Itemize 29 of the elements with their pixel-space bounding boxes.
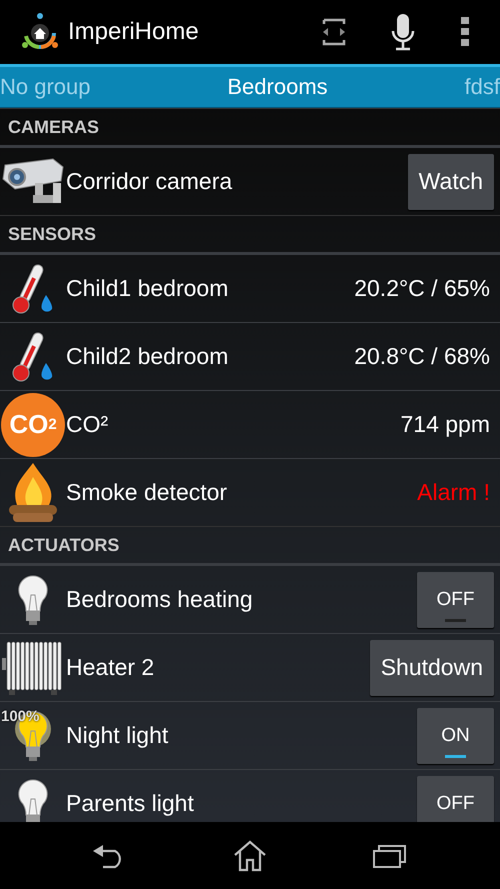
- home-icon[interactable]: [233, 840, 267, 872]
- dim-level: 100%: [1, 708, 40, 725]
- action-button[interactable]: Watch: [408, 154, 494, 210]
- section-header: SENSORS: [8, 224, 96, 244]
- sensor-value: 714 ppm: [400, 411, 490, 438]
- group-tab[interactable]: Bedrooms: [227, 74, 328, 100]
- device-name: Corridor camera: [66, 168, 234, 195]
- sensor-value: Alarm !: [417, 479, 490, 506]
- section-header: ACTUATORS: [8, 534, 120, 556]
- app-logo-icon: [20, 12, 60, 52]
- overflow-menu-icon[interactable]: [460, 16, 470, 48]
- device-name: Parents light: [66, 790, 195, 817]
- toggle-button[interactable]: OFF: [417, 776, 494, 822]
- recent-apps-icon[interactable]: [373, 844, 407, 868]
- device-name: Bedrooms heating: [66, 586, 254, 613]
- sensor-value: 20.8°C / 68%: [354, 343, 490, 370]
- device-name: Night light: [66, 722, 170, 749]
- toggle-button[interactable]: OFF: [417, 572, 494, 628]
- sensor-value: 20.2°C / 65%: [354, 275, 490, 302]
- microphone-icon[interactable]: [390, 13, 416, 51]
- device-name: CO²: [66, 411, 110, 438]
- device-name: Smoke detector: [66, 479, 228, 506]
- section-header: CAMERAS: [8, 116, 100, 138]
- action-button[interactable]: Shutdown: [370, 640, 494, 696]
- device-name: Heater 2: [66, 654, 156, 681]
- device-name: Child2 bedroom: [66, 343, 230, 370]
- device-name: Child1 bedroom: [66, 275, 230, 302]
- toggle-button[interactable]: ON: [417, 708, 494, 764]
- app-title: ImperiHome: [68, 18, 200, 46]
